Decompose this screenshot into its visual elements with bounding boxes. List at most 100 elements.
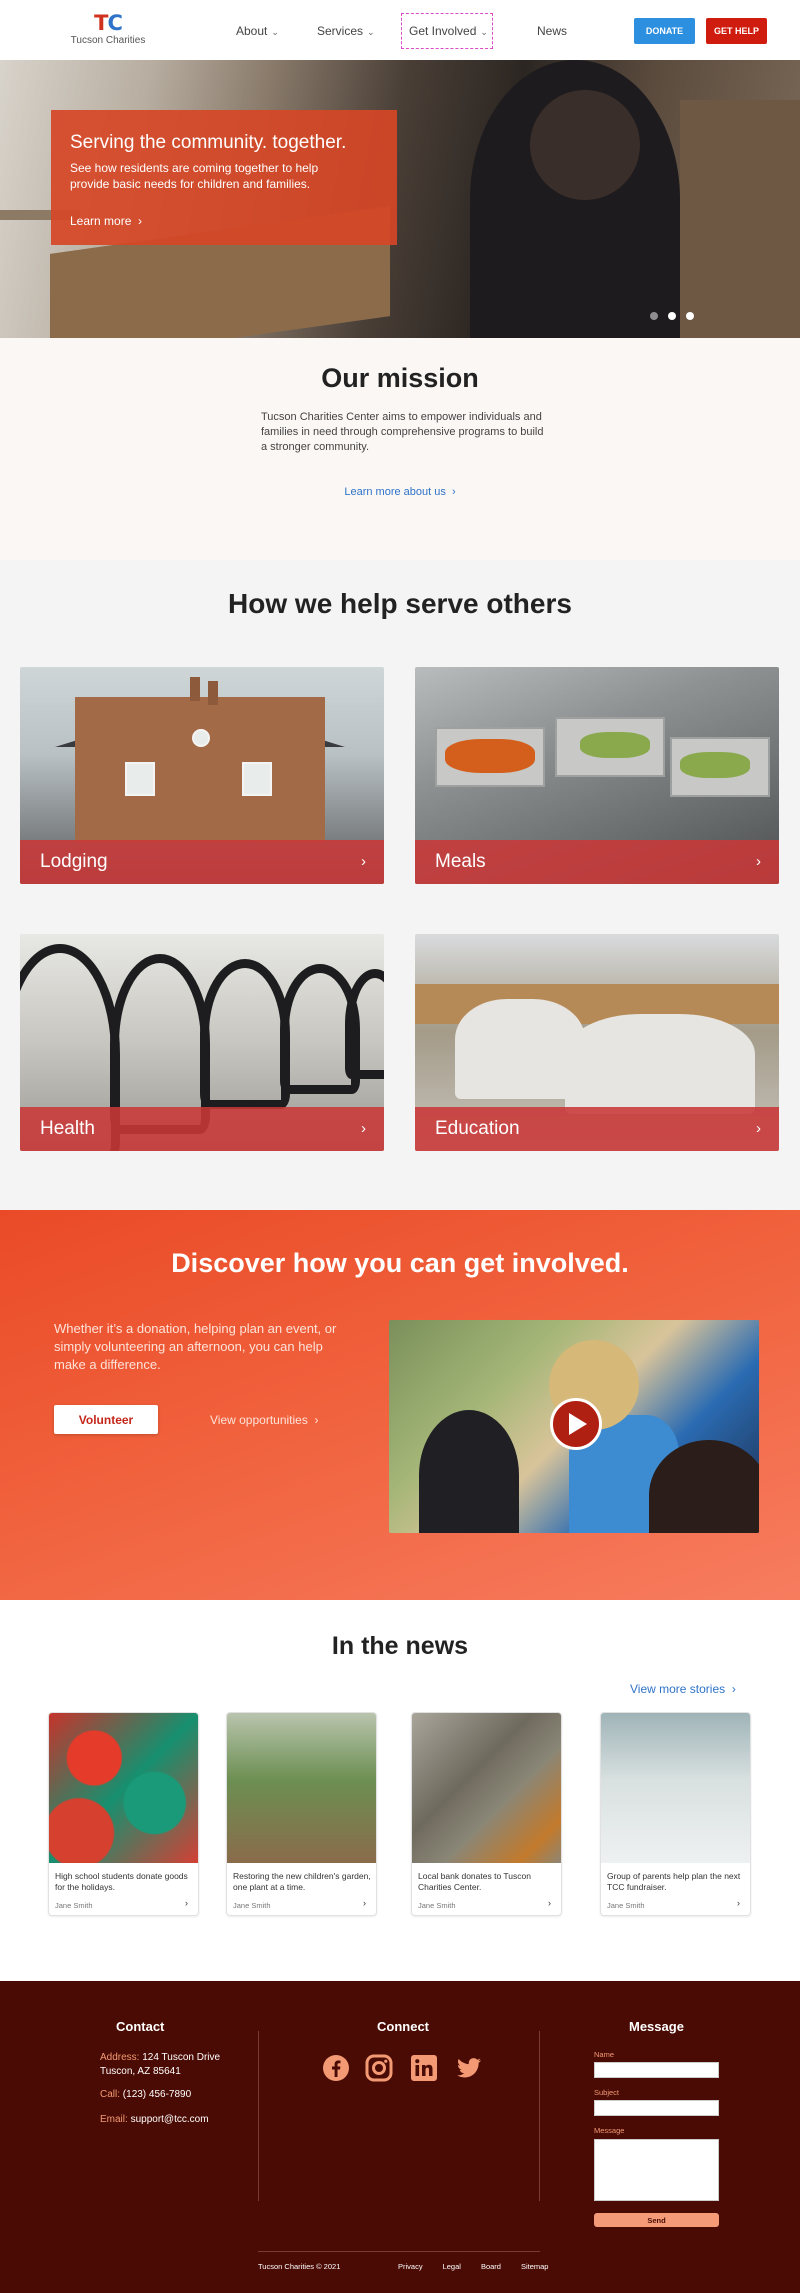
news-card[interactable]: Local bank donates to Tuscon Charities C… xyxy=(411,1712,562,1916)
volunteer-button[interactable]: Volunteer xyxy=(54,1405,158,1434)
nav-get-involved-label: Get Involved xyxy=(409,24,477,38)
play-icon[interactable] xyxy=(550,1398,602,1450)
lodging-photo-chimney xyxy=(208,681,218,705)
news-card[interactable]: Restoring the new children's garden, one… xyxy=(226,1712,377,1916)
learn-more-about-us-link[interactable]: Learn more about us › xyxy=(0,486,800,498)
footer-address-key: Address: xyxy=(100,2052,140,2063)
footer-email[interactable]: Email: support@tcc.com xyxy=(100,2113,209,2127)
news-card-author: Jane Smith xyxy=(55,1901,93,1910)
chevron-right-icon: › xyxy=(728,1682,736,1696)
meals-photo-food xyxy=(445,739,535,773)
chevron-down-icon: ⌄ xyxy=(367,27,375,37)
chevron-down-icon: ⌄ xyxy=(271,27,279,37)
news-card-author: Jane Smith xyxy=(607,1901,645,1910)
subject-field[interactable] xyxy=(594,2100,719,2116)
get-help-button[interactable]: GET HELP xyxy=(706,18,767,44)
service-bar: Lodging › xyxy=(20,840,384,884)
footer-link-sitemap[interactable]: Sitemap xyxy=(521,2262,549,2271)
chevron-right-icon: › xyxy=(311,1413,319,1427)
logo[interactable]: TC Tucson Charities xyxy=(68,12,148,46)
news-card[interactable]: Group of parents help plan the next TCC … xyxy=(600,1712,751,1916)
carousel-dot[interactable] xyxy=(686,312,694,320)
facebook-icon[interactable] xyxy=(321,2053,351,2083)
hero-learn-more-link[interactable]: Learn more › xyxy=(70,214,378,228)
footer-address-line2: Tuscon, AZ 85641 xyxy=(100,2066,181,2077)
linkedin-icon[interactable] xyxy=(409,2053,439,2083)
view-more-stories-link[interactable]: View more stories › xyxy=(630,1682,736,1696)
nav-about-label: About xyxy=(236,24,268,38)
instagram-icon[interactable] xyxy=(364,2053,394,2083)
mission-title: Our mission xyxy=(321,363,479,393)
mission-text: Tucson Charities Center aims to empower … xyxy=(261,411,544,453)
news-card-headline: Local bank donates to Tuscon Charities C… xyxy=(418,1871,531,1892)
news-card[interactable]: High school students donate goods for th… xyxy=(48,1712,199,1916)
service-card-education[interactable]: Education › xyxy=(415,934,779,1151)
donate-button[interactable]: DONATE xyxy=(634,18,695,44)
hero-banner: Serving the community. together. See how… xyxy=(0,60,800,338)
footer-message-title: Message xyxy=(629,2019,684,2034)
footer-divider xyxy=(539,2031,540,2201)
hero-learn-more-label: Learn more xyxy=(70,214,132,228)
nav-news-label: News xyxy=(537,24,568,38)
carousel-dot[interactable] xyxy=(650,312,658,320)
news-card-headline: High school students donate goods for th… xyxy=(55,1871,188,1892)
nav-get-involved[interactable]: Get Involved ⌄ xyxy=(409,24,488,38)
footer-copyright: Tucson Charities © 2021 xyxy=(258,2262,341,2271)
video-player[interactable] xyxy=(389,1320,759,1533)
chevron-right-icon: › xyxy=(134,214,143,228)
carousel-dot[interactable] xyxy=(668,312,676,320)
footer-divider xyxy=(258,2031,259,2201)
health-photo-machine xyxy=(345,969,384,1079)
message-field-label: Message xyxy=(594,2126,625,2135)
send-button[interactable]: Send xyxy=(594,2213,719,2227)
footer-link-board[interactable]: Board xyxy=(481,2262,501,2271)
footer-link-legal[interactable]: Legal xyxy=(443,2262,461,2271)
news-card-author: Jane Smith xyxy=(233,1901,271,1910)
service-card-health[interactable]: Health › xyxy=(20,934,384,1151)
footer-phone-key: Call: xyxy=(100,2089,121,2100)
hero-card: Serving the community. together. See how… xyxy=(51,110,397,245)
news-card-author: Jane Smith xyxy=(418,1901,456,1910)
footer-phone[interactable]: Call: (123) 456-7890 xyxy=(100,2088,191,2102)
nav-news[interactable]: News xyxy=(537,24,567,38)
lodging-photo-window xyxy=(125,762,155,796)
services-title: How we help serve others xyxy=(228,588,572,619)
message-field[interactable] xyxy=(594,2139,719,2201)
carousel-dots xyxy=(650,312,694,320)
subject-field-label: Subject xyxy=(594,2088,620,2097)
footer-email-key: Email: xyxy=(100,2114,128,2125)
twitter-icon[interactable] xyxy=(454,2053,484,2083)
mission-section: Our mission Tucson Charities Center aims… xyxy=(0,338,800,560)
health-photo-machine xyxy=(200,959,290,1109)
learn-more-about-us-label: Learn more about us xyxy=(344,486,446,498)
footer-email-value: support@tcc.com xyxy=(130,2114,209,2125)
top-navigation: TC Tucson Charities About ⌄ Services ⌄ Get… xyxy=(0,0,800,60)
site-footer: Contact Address: 124 Tuscon Drive Tuscon… xyxy=(0,1981,800,2293)
footer-phone-value: (123) 456-7890 xyxy=(122,2089,192,2100)
get-involved-section: Discover how you can get involved. Wheth… xyxy=(0,1210,800,1600)
service-bar: Education › xyxy=(415,1107,779,1151)
service-label: Health xyxy=(40,1118,95,1139)
chevron-right-icon: › xyxy=(548,1898,551,1908)
service-label: Education xyxy=(435,1118,520,1139)
service-bar: Meals › xyxy=(415,840,779,884)
chevron-right-icon: › xyxy=(448,486,456,498)
footer-link-privacy[interactable]: Privacy xyxy=(398,2262,423,2271)
view-opportunities-link[interactable]: View opportunities › xyxy=(210,1413,319,1427)
name-field[interactable] xyxy=(594,2062,719,2078)
service-label: Lodging xyxy=(40,851,108,872)
nav-services[interactable]: Services ⌄ xyxy=(317,24,375,38)
footer-connect-title: Connect xyxy=(377,2019,429,2034)
lodging-photo-chimney xyxy=(190,677,200,701)
meals-photo-food xyxy=(680,752,750,778)
logo-text: Tucson Charities xyxy=(70,35,146,46)
news-title: In the news xyxy=(331,1632,469,1660)
news-card-headline: Restoring the new children's garden, one… xyxy=(233,1871,371,1892)
chevron-right-icon: › xyxy=(756,1120,761,1137)
news-section: In the news View more stories › High sch… xyxy=(0,1600,800,1981)
service-card-meals[interactable]: Meals › xyxy=(415,667,779,884)
hero-subtitle: See how residents are coming together to… xyxy=(70,161,319,191)
service-card-lodging[interactable]: Lodging › xyxy=(20,667,384,884)
nav-about[interactable]: About ⌄ xyxy=(236,24,279,38)
news-card-image xyxy=(412,1713,561,1863)
